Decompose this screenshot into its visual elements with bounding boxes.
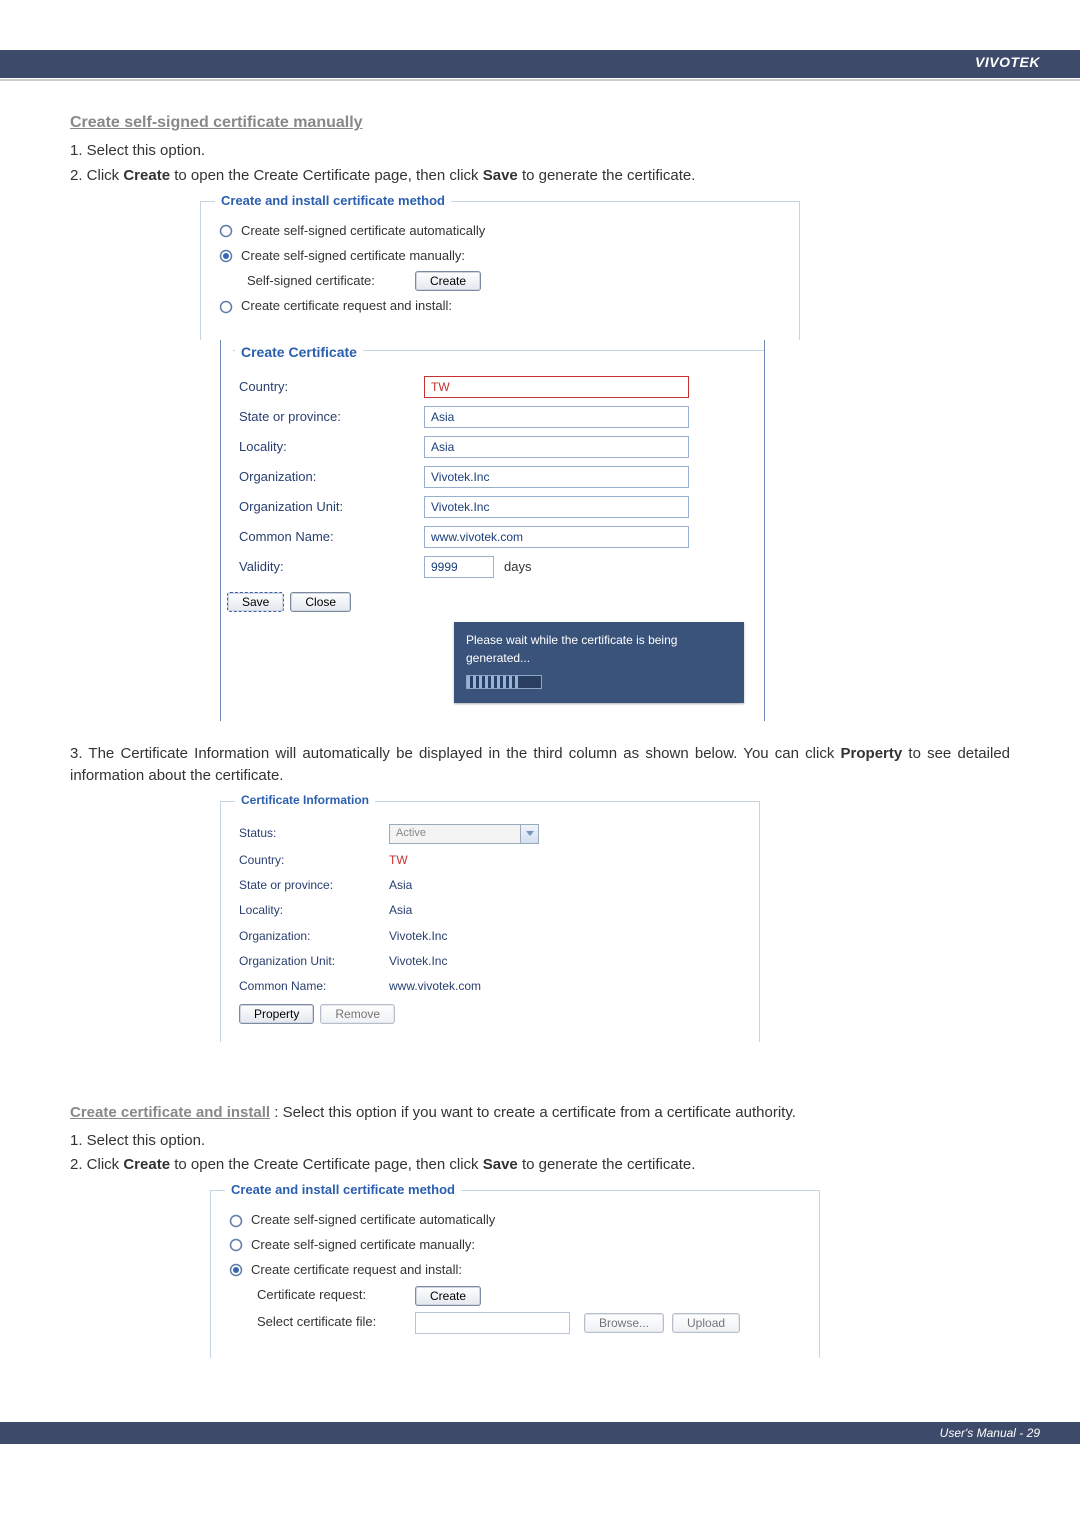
info-country-v: TW xyxy=(389,852,408,869)
select-file-label: Select certificate file: xyxy=(257,1313,407,1332)
cn-input[interactable] xyxy=(424,526,689,548)
property-button[interactable]: Property xyxy=(239,1004,314,1024)
create-button[interactable]: Create xyxy=(415,271,481,291)
wait-msg: Please wait while the certificate is bei… xyxy=(466,632,732,667)
ou-input[interactable] xyxy=(424,496,689,518)
info-locality-l: Locality: xyxy=(239,902,389,919)
chevron-down-icon xyxy=(520,825,538,843)
state-input[interactable] xyxy=(424,406,689,428)
footer-text: User's Manual - 29 xyxy=(940,1426,1040,1440)
progress-bar xyxy=(466,675,542,689)
method-legend: Create and install certificate method xyxy=(215,192,451,211)
radio-auto-row[interactable]: Create self-signed certificate automatic… xyxy=(219,222,781,241)
status-select[interactable]: Active xyxy=(389,824,539,844)
state-label: State or province: xyxy=(239,408,424,427)
info-state-l: State or province: xyxy=(239,877,389,894)
radio-manual-label: Create self-signed certificate manually: xyxy=(241,247,465,266)
remove-button: Remove xyxy=(320,1004,395,1024)
cert-req-label: Certificate request: xyxy=(257,1286,407,1305)
s1-step2: 2. Click Create to open the Create Certi… xyxy=(70,165,1010,187)
method2-legend: Create and install certificate method xyxy=(225,1181,461,1200)
brand-text: VIVOTEK xyxy=(975,54,1040,70)
s1-step1: 1. Select this option. xyxy=(70,140,1010,162)
radio-request-label: Create certificate request and install: xyxy=(241,297,452,316)
info-state-v: Asia xyxy=(389,877,412,894)
radio2-manual-row[interactable]: Create self-signed certificate manually: xyxy=(229,1236,801,1255)
brand-bar: VIVOTEK xyxy=(0,50,1080,78)
info-org-v: Vivotek.Inc xyxy=(389,928,447,945)
locality-input[interactable] xyxy=(424,436,689,458)
s2-step1: 1. Select this option. xyxy=(70,1130,1010,1152)
page-footer: User's Manual - 29 xyxy=(0,1422,1080,1444)
radio2-auto-row[interactable]: Create self-signed certificate automatic… xyxy=(229,1211,801,1230)
radio-checked-icon xyxy=(219,249,233,263)
info-ou-v: Vivotek.Inc xyxy=(389,953,447,970)
create-certificate-panel: Create Certificate Country: State or pro… xyxy=(220,340,765,721)
org-label: Organization: xyxy=(239,468,424,487)
radio-auto-label: Create self-signed certificate automatic… xyxy=(241,222,485,241)
cn-label: Common Name: xyxy=(239,528,424,547)
section2-title: Create certificate and install xyxy=(70,1104,270,1121)
country-input[interactable] xyxy=(424,376,689,398)
radio-manual-row[interactable]: Create self-signed certificate manually: xyxy=(219,247,781,266)
section2-intro: Create certificate and install : Select … xyxy=(70,1102,1010,1124)
certificate-info-panel: Certificate Information Status: Active C… xyxy=(220,801,760,1042)
country-label: Country: xyxy=(239,378,424,397)
status-label: Status: xyxy=(239,825,389,842)
radio2-request-label: Create certificate request and install: xyxy=(251,1261,462,1280)
radio-request-row[interactable]: Create certificate request and install: xyxy=(219,297,781,316)
org-input[interactable] xyxy=(424,466,689,488)
file-input[interactable] xyxy=(415,1312,570,1334)
validity-unit: days xyxy=(504,558,531,577)
radio-checked-icon xyxy=(229,1263,243,1277)
validity-label: Validity: xyxy=(239,558,424,577)
wait-box: Please wait while the certificate is bei… xyxy=(454,622,744,703)
ou-label: Organization Unit: xyxy=(239,498,424,517)
info-cn-v: www.vivotek.com xyxy=(389,978,481,995)
radio-unchecked-icon xyxy=(219,224,233,238)
create-install-method-panel: Create and install certificate method Cr… xyxy=(200,201,800,341)
radio2-request-row[interactable]: Create certificate request and install: xyxy=(229,1261,801,1280)
self-signed-cert-label: Self-signed certificate: xyxy=(247,272,407,291)
info-ou-l: Organization Unit: xyxy=(239,953,389,970)
info-org-l: Organization: xyxy=(239,928,389,945)
radio2-manual-label: Create self-signed certificate manually: xyxy=(251,1236,475,1255)
browse-button[interactable]: Browse... xyxy=(584,1313,664,1333)
section1-title: Create self-signed certificate manually xyxy=(70,111,1010,134)
radio-unchecked-icon xyxy=(219,300,233,314)
radio-unchecked-icon xyxy=(229,1238,243,1252)
create-button-2[interactable]: Create xyxy=(415,1286,481,1306)
validity-input[interactable] xyxy=(424,556,494,578)
upload-button[interactable]: Upload xyxy=(672,1313,740,1333)
info-country-l: Country: xyxy=(239,852,389,869)
radio-unchecked-icon xyxy=(229,1214,243,1228)
status-value: Active xyxy=(396,826,426,842)
radio2-auto-label: Create self-signed certificate automatic… xyxy=(251,1211,495,1230)
create-cert-legend: Create Certificate xyxy=(235,342,363,362)
close-button[interactable]: Close xyxy=(290,592,351,612)
s2-step2: 2. Click Create to open the Create Certi… xyxy=(70,1154,1010,1176)
locality-label: Locality: xyxy=(239,438,424,457)
info-cn-l: Common Name: xyxy=(239,978,389,995)
create-install-method-panel-2: Create and install certificate method Cr… xyxy=(210,1190,820,1358)
para3: 3. The Certificate Information will auto… xyxy=(70,743,1010,787)
info-locality-v: Asia xyxy=(389,902,412,919)
cert-info-legend: Certificate Information xyxy=(235,792,375,809)
save-button[interactable]: Save xyxy=(227,592,284,612)
